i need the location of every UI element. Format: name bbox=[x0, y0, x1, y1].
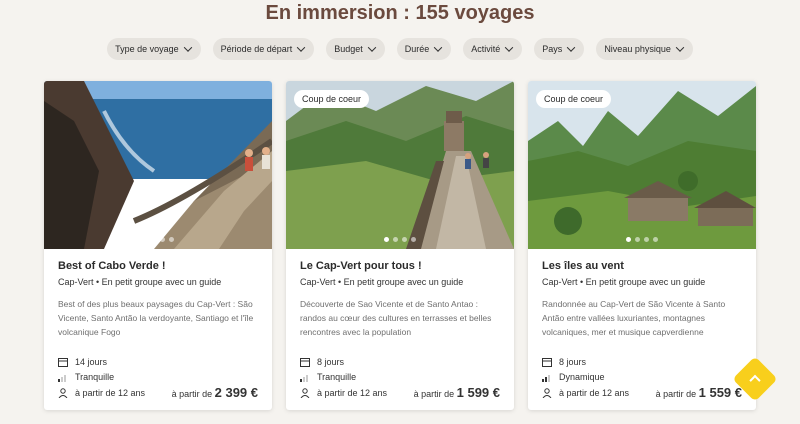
duration-value: 8 jours bbox=[559, 357, 587, 367]
filter-label: Pays bbox=[542, 44, 563, 54]
trip-description: Best of des plus beaux paysages du Cap-V… bbox=[58, 299, 254, 337]
carousel-dots[interactable] bbox=[528, 237, 756, 242]
trip-description: Découverte de Sao Vicente et de Santo An… bbox=[300, 299, 492, 337]
filter-activite[interactable]: Activité bbox=[463, 38, 523, 60]
trip-photo[interactable]: Coup de coeur bbox=[286, 81, 514, 249]
filter-duree[interactable]: Durée bbox=[396, 38, 452, 60]
chevron-down-icon bbox=[296, 43, 306, 52]
trip-level: Tranquille bbox=[300, 372, 356, 382]
age-value: à partir de 12 ans bbox=[75, 388, 146, 398]
calendar-icon bbox=[542, 358, 552, 367]
trip-age: à partir de 12 ans bbox=[58, 388, 145, 398]
filter-pays[interactable]: Pays bbox=[534, 38, 585, 60]
chevron-down-icon bbox=[434, 43, 443, 52]
chevron-down-icon bbox=[505, 43, 514, 52]
level-bars-icon bbox=[542, 375, 550, 382]
level-bars-icon bbox=[300, 375, 308, 382]
trip-price: à partir de 1 599 € bbox=[414, 385, 500, 400]
filter-bar: Type de voyage Période de départ Budget … bbox=[0, 38, 800, 60]
trip-meta: Cap-Vert • En petit groupe avec un guide bbox=[58, 277, 222, 287]
age-value: à partir de 12 ans bbox=[559, 388, 630, 398]
level-value: Tranquille bbox=[317, 372, 357, 382]
chevron-down-icon bbox=[367, 43, 377, 52]
trip-title[interactable]: Le Cap-Vert pour tous ! bbox=[300, 260, 500, 273]
calendar-icon bbox=[300, 358, 310, 367]
trip-duration: 14 jours bbox=[58, 357, 107, 367]
trip-price: à partir de 1 559 € bbox=[656, 385, 742, 400]
trip-price: à partir de 2 399 € bbox=[172, 385, 258, 400]
filter-label: Période de départ bbox=[220, 44, 293, 54]
trip-card-les-iles-au-vent[interactable]: Coup de coeur Les îles au vent Cap-Vert … bbox=[528, 81, 756, 410]
chevron-down-icon bbox=[567, 43, 576, 52]
price-prefix: à partir de bbox=[413, 389, 455, 399]
filter-periode-de-depart[interactable]: Période de départ bbox=[212, 38, 315, 60]
duration-value: 8 jours bbox=[317, 357, 345, 367]
age-value: à partir de 12 ans bbox=[317, 388, 388, 398]
page-title: En immersion : 155 voyages bbox=[265, 2, 535, 24]
price-value: 1 599 € bbox=[456, 385, 500, 400]
filter-label: Activité bbox=[471, 44, 501, 54]
level-value: Dynamique bbox=[559, 372, 605, 382]
level-bars-icon bbox=[58, 375, 66, 382]
filter-niveau-physique[interactable]: Niveau physique bbox=[596, 38, 693, 60]
trip-meta: Cap-Vert • En petit groupe avec un guide bbox=[300, 277, 464, 287]
filter-budget[interactable]: Budget bbox=[326, 38, 385, 60]
trip-meta: Cap-Vert • En petit groupe avec un guide bbox=[542, 277, 706, 287]
trip-card-best-of-cabo-verde[interactable]: Best of Cabo Verde ! Cap-Vert • En petit… bbox=[44, 81, 272, 410]
price-prefix: à partir de bbox=[171, 389, 213, 399]
filter-type-de-voyage[interactable]: Type de voyage bbox=[107, 38, 201, 60]
favorite-badge: Coup de coeur bbox=[294, 90, 370, 108]
trip-photo[interactable]: Coup de coeur bbox=[528, 81, 756, 249]
trip-age: à partir de 12 ans bbox=[542, 388, 629, 398]
trip-title[interactable]: Best of Cabo Verde ! bbox=[58, 260, 258, 273]
price-value: 2 399 € bbox=[214, 385, 258, 400]
filter-label: Niveau physique bbox=[604, 44, 671, 54]
trip-level: Dynamique bbox=[542, 372, 605, 382]
trip-age: à partir de 12 ans bbox=[300, 388, 387, 398]
person-icon bbox=[542, 388, 552, 398]
trip-duration: 8 jours bbox=[300, 357, 344, 367]
chevron-up-icon bbox=[749, 374, 761, 387]
trip-level: Tranquille bbox=[58, 372, 114, 382]
filter-label: Durée bbox=[404, 44, 430, 54]
person-icon bbox=[300, 388, 310, 398]
chevron-down-icon bbox=[183, 43, 192, 52]
chevron-down-icon bbox=[675, 43, 685, 52]
person-icon bbox=[58, 388, 68, 398]
trip-photo[interactable] bbox=[44, 81, 272, 249]
calendar-icon bbox=[58, 358, 68, 367]
carousel-dots[interactable] bbox=[286, 237, 514, 242]
trip-description: Randonnée au Cap-Vert de São Vicente à S… bbox=[542, 299, 726, 337]
trip-card-le-cap-vert-pour-tous[interactable]: Coup de coeur Le Cap-Vert pour tous ! Ca… bbox=[286, 81, 514, 410]
filter-label: Type de voyage bbox=[115, 44, 179, 54]
duration-value: 14 jours bbox=[75, 357, 108, 367]
trip-duration: 8 jours bbox=[542, 357, 586, 367]
filter-label: Budget bbox=[334, 44, 363, 54]
level-value: Tranquille bbox=[75, 372, 115, 382]
trip-title[interactable]: Les îles au vent bbox=[542, 260, 742, 273]
price-value: 1 559 € bbox=[698, 385, 742, 400]
favorite-badge: Coup de coeur bbox=[536, 90, 612, 108]
carousel-dots[interactable] bbox=[44, 237, 272, 242]
price-prefix: à partir de bbox=[655, 389, 697, 399]
